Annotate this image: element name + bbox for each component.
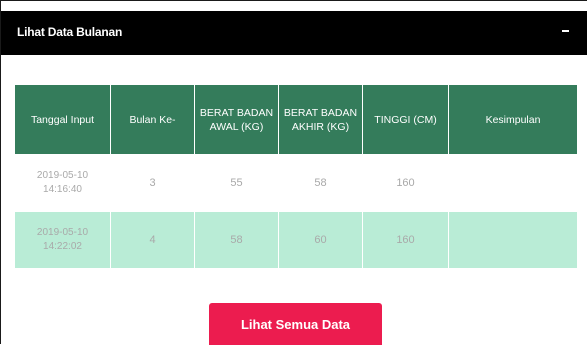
column-header-height: TINGGI (CM) [362, 84, 449, 155]
panel-header: Lihat Data Bulanan [1, 11, 587, 55]
table-row: 2019-05-10 14:16:40 3 55 58 160 [14, 154, 578, 212]
panel-title: Lihat Data Bulanan [17, 25, 123, 39]
cell-initial-weight: 58 [194, 211, 279, 269]
time-text: 14:16:40 [43, 184, 82, 195]
date-text: 2019-05-10 [36, 170, 89, 181]
column-header-input-date: Tanggal Input [14, 84, 111, 155]
cell-final-weight: 58 [278, 154, 363, 212]
table-header-row: Tanggal Input Bulan Ke- BERAT BADAN AWAL… [14, 84, 578, 155]
column-header-conclusion: Kesimpulan [448, 84, 578, 155]
monthly-data-table: Tanggal Input Bulan Ke- BERAT BADAN AWAL… [14, 84, 578, 269]
cell-input-date: 2019-05-10 14:16:40 [14, 154, 111, 212]
cell-month: 4 [110, 211, 195, 269]
minus-icon [561, 30, 569, 32]
cell-month: 3 [110, 154, 195, 212]
cell-conclusion [448, 211, 578, 269]
date-text: 2019-05-10 [36, 227, 89, 238]
view-all-data-button[interactable]: Lihat Semua Data [209, 303, 382, 345]
column-header-month: Bulan Ke- [110, 84, 195, 155]
cell-input-date: 2019-05-10 14:22:02 [14, 211, 111, 269]
column-header-final-weight: BERAT BADAN AKHIR (KG) [278, 84, 363, 155]
collapse-button[interactable] [557, 22, 573, 40]
cell-height: 160 [362, 211, 449, 269]
cell-final-weight: 60 [278, 211, 363, 269]
column-header-initial-weight: BERAT BADAN AWAL (KG) [194, 84, 279, 155]
monthly-data-panel: Lihat Data Bulanan Tanggal Input Bulan K… [0, 0, 587, 345]
cell-height: 160 [362, 154, 449, 212]
cell-initial-weight: 55 [194, 154, 279, 212]
time-text: 14:22:02 [43, 241, 82, 252]
cell-conclusion [448, 154, 578, 212]
table-row: 2019-05-10 14:22:02 4 58 60 160 [14, 211, 578, 269]
